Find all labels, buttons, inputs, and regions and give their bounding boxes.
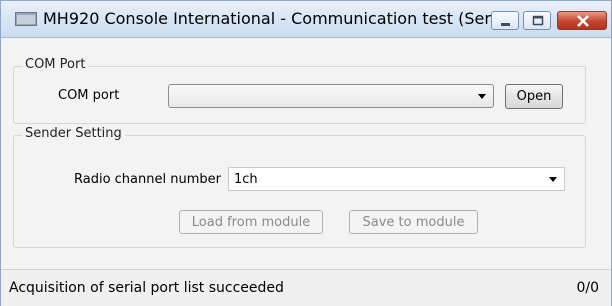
save-to-module-button[interactable]: Save to module: [349, 210, 478, 234]
sender-setting-group: Sender Setting Radio channel number 1ch …: [13, 126, 586, 248]
com-port-group-label: COM Port: [22, 57, 89, 72]
window-title: MH920 Console International - Communicat…: [43, 9, 510, 28]
radio-channel-label: Radio channel number: [74, 172, 221, 187]
close-icon: [577, 15, 589, 27]
load-from-module-button[interactable]: Load from module: [179, 210, 323, 234]
com-port-dropdown[interactable]: [168, 84, 494, 108]
minimize-button[interactable]: [491, 11, 519, 30]
open-button[interactable]: Open: [505, 84, 563, 109]
radio-channel-dropdown[interactable]: 1ch: [228, 167, 565, 191]
maximize-icon: [532, 15, 544, 26]
status-count: 0/0: [576, 280, 599, 296]
title-bar[interactable]: MH920 Console International - Communicat…: [1, 1, 611, 38]
chevron-down-icon: [549, 177, 557, 182]
com-port-group: COM Port COM port Open: [13, 57, 586, 124]
sender-setting-group-label: Sender Setting: [22, 126, 125, 141]
app-window: MH920 Console International - Communicat…: [0, 0, 612, 306]
close-button[interactable]: [557, 11, 607, 30]
status-bar: Acquisition of serial port list succeede…: [1, 269, 611, 306]
chevron-down-icon: [478, 94, 486, 99]
com-port-label: COM port: [58, 88, 120, 103]
app-window-icon: [15, 12, 37, 26]
radio-channel-value: 1ch: [234, 172, 258, 187]
dialog-content: COM Port COM port Open Sender Setting Ra…: [1, 38, 611, 268]
maximize-button[interactable]: [523, 11, 551, 30]
status-message: Acquisition of serial port list succeede…: [9, 280, 284, 296]
minimize-icon: [501, 23, 510, 26]
